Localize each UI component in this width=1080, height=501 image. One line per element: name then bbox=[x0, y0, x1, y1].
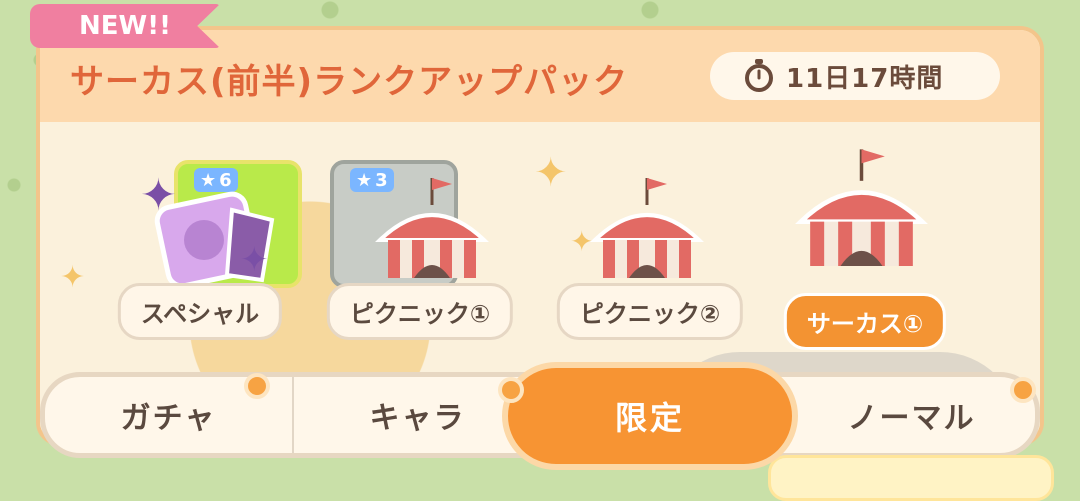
reward-item-circus-1[interactable]: サーカス① bbox=[775, 140, 955, 350]
tab-label: ガチャ bbox=[120, 401, 217, 436]
tab-label: 限定 bbox=[614, 399, 685, 437]
notification-dot bbox=[244, 373, 270, 399]
tab-label: ノーマル bbox=[847, 401, 976, 436]
tab-label: キャラ bbox=[369, 401, 466, 436]
sparkle-icon: ✦ bbox=[240, 240, 269, 280]
timer-text: 11日17時間 bbox=[786, 63, 944, 94]
stopwatch-icon bbox=[745, 59, 773, 92]
reward-item-picnic-2[interactable]: ピクニック② bbox=[556, 130, 744, 340]
reward-item-label: ピクニック① bbox=[326, 283, 514, 340]
tab-limited[interactable]: 限定 bbox=[502, 362, 798, 470]
circus-tent-icon bbox=[590, 178, 704, 278]
tab-normal[interactable]: ノーマル bbox=[788, 377, 1035, 453]
bottom-panel-edge bbox=[768, 455, 1054, 501]
reward-item-label: ピクニック② bbox=[556, 283, 744, 340]
sparkle-icon: ✦ bbox=[140, 170, 177, 221]
new-badge: NEW!! bbox=[30, 4, 220, 48]
reward-item-picnic-1[interactable]: ★ 3 ピクニック① bbox=[326, 130, 514, 340]
reward-item-special[interactable]: ★ 6 ✦ ✦ スペシャル bbox=[110, 130, 302, 340]
circus-tent-icon bbox=[795, 149, 928, 266]
reward-item-label: サーカス① bbox=[783, 293, 947, 350]
reward-item-label: スペシャル bbox=[117, 283, 283, 340]
circus-tent-icon bbox=[375, 178, 489, 278]
pack-title: サーカス(前半)ランクアップパック bbox=[70, 62, 629, 102]
sparkle-icon: ✦ bbox=[60, 260, 86, 295]
notification-dot bbox=[498, 377, 524, 403]
timer-pill: 11日17時間 bbox=[710, 52, 1000, 100]
notification-dot bbox=[1010, 377, 1036, 403]
